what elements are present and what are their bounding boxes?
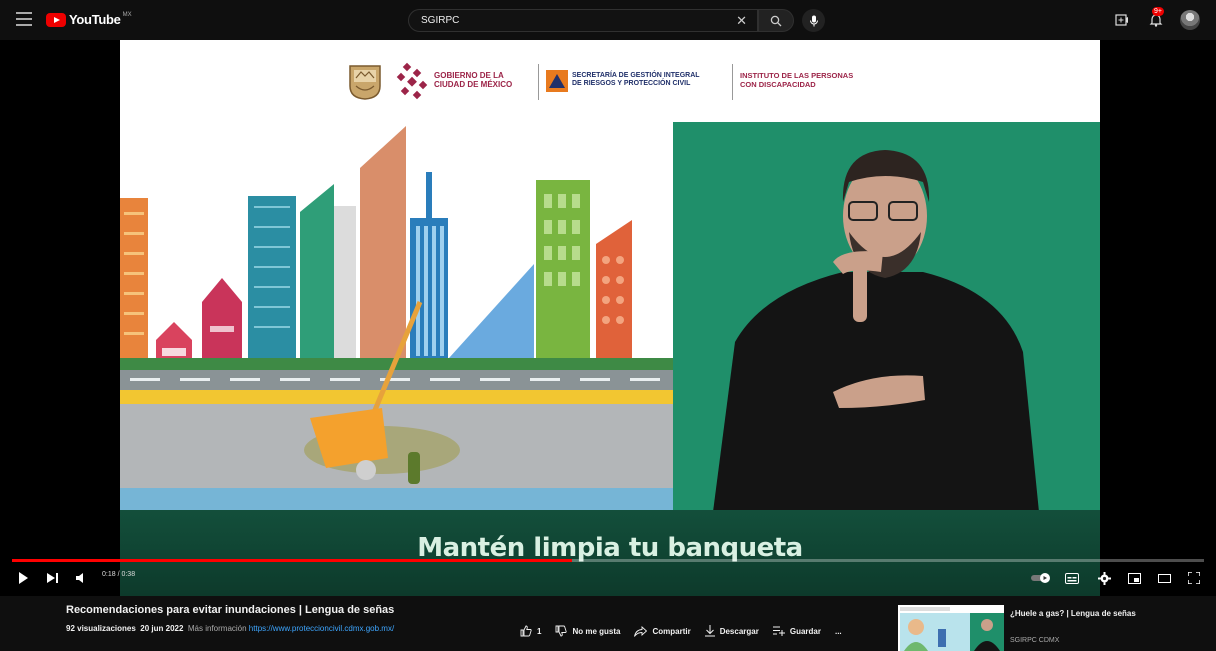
- secretaria-line-2: DE RIESGOS Y PROTECCIÓN CIVIL: [572, 80, 691, 87]
- youtube-play-icon: [46, 12, 66, 27]
- search-icon: [770, 15, 782, 26]
- action-bar: 1 No me gusta Compartir Descargar Guarda…: [520, 625, 856, 637]
- volume-icon: [76, 573, 83, 583]
- more-info-label[interactable]: Más información: [188, 624, 247, 633]
- progress-played: [12, 559, 573, 562]
- gobierno-line-1: GOBIERNO DE LA: [434, 71, 504, 80]
- search-input[interactable]: SGIRPC ✕: [408, 9, 758, 32]
- coat-of-arms-logo: [349, 65, 381, 100]
- recommended-channel[interactable]: SGIRPC CDMX: [1010, 637, 1059, 644]
- save-button[interactable]: Guardar: [772, 626, 821, 636]
- thumbs-down-icon: [556, 625, 568, 637]
- miniplayer-button[interactable]: [1126, 571, 1142, 585]
- masthead: YouTube MX SGIRPC ✕ 9+: [0, 0, 1216, 40]
- share-icon: [634, 625, 648, 637]
- instituto-logo-text: INSTITUTO DE LAS PERSONAS CON DISCAPACID…: [740, 71, 853, 89]
- gobierno-line-2: CIUDAD DE MÉXICO: [434, 80, 513, 89]
- video-header-logos: GOBIERNO DE LA CIUDAD DE MÉXICO SECRETAR…: [120, 40, 1100, 122]
- like-count: 1: [537, 626, 542, 636]
- time-text: 0:18 / 0:38: [102, 571, 136, 578]
- city-illustration: [120, 122, 673, 512]
- avatar[interactable]: [1180, 10, 1200, 30]
- clear-icon[interactable]: ✕: [736, 13, 747, 29]
- video-player[interactable]: GOBIERNO DE LA CIUDAD DE MÉXICO SECRETAR…: [0, 40, 1216, 596]
- video-frame: GOBIERNO DE LA CIUDAD DE MÉXICO SECRETAR…: [120, 40, 1100, 596]
- create-icon: [1115, 14, 1128, 26]
- next-icon: [47, 573, 58, 583]
- next-button[interactable]: [46, 571, 60, 585]
- secretaria-logo-text: SECRETARÍA DE GESTIÓN INTEGRAL DE RIESGO…: [572, 72, 700, 88]
- thumbs-up-icon: [520, 625, 532, 637]
- play-button[interactable]: [16, 571, 30, 585]
- theater-icon: [1157, 573, 1171, 583]
- subtitles-button[interactable]: [1064, 571, 1080, 585]
- theater-button[interactable]: [1156, 571, 1172, 585]
- search-query: SGIRPC: [421, 15, 460, 26]
- share-label: Compartir: [652, 626, 691, 636]
- search-button[interactable]: [758, 9, 794, 32]
- sgirpc-logo: [546, 70, 568, 92]
- more-icon: ...: [834, 626, 842, 636]
- sign-language-interpreter: [673, 122, 1100, 512]
- logo-divider: [732, 64, 733, 100]
- like-button[interactable]: 1: [520, 625, 541, 637]
- share-button[interactable]: Compartir: [634, 625, 691, 637]
- autoplay-toggle[interactable]: [1030, 571, 1052, 585]
- fullscreen-button[interactable]: [1186, 571, 1202, 585]
- recommended-video[interactable]: ¿Huele a gas? | Lengua de señas SGIRPC C…: [898, 605, 1208, 651]
- subtitles-icon: [1065, 572, 1079, 584]
- voice-search-button[interactable]: [802, 9, 825, 32]
- more-actions-button[interactable]: ...: [835, 627, 842, 636]
- progress-bar[interactable]: [12, 559, 1204, 562]
- cdmx-logo: [396, 62, 428, 100]
- download-label: Descargar: [719, 626, 759, 636]
- autoplay-icon: [1031, 573, 1050, 583]
- miniplayer-icon: [1127, 572, 1141, 584]
- recommended-title[interactable]: ¿Huele a gas? | Lengua de señas: [1010, 608, 1150, 619]
- secretaria-line-1: SECRETARÍA DE GESTIÓN INTEGRAL: [572, 72, 700, 79]
- upload-date: 20 jun 2022: [140, 624, 184, 633]
- notifications-button[interactable]: 9+: [1146, 7, 1166, 30]
- dislike-label: No me gusta: [572, 626, 621, 636]
- time-display: 0:18 / 0:38: [102, 571, 135, 578]
- fullscreen-icon: [1188, 572, 1200, 584]
- create-button[interactable]: [1112, 10, 1132, 30]
- menu-icon[interactable]: [16, 12, 32, 26]
- gobierno-logo-text: GOBIERNO DE LA CIUDAD DE MÉXICO: [434, 71, 512, 89]
- video-title: Recomendaciones para evitar inundaciones…: [66, 604, 395, 616]
- country-code: MX: [122, 12, 132, 18]
- recommended-thumbnail[interactable]: [898, 605, 1004, 651]
- youtube-logo[interactable]: YouTube MX: [46, 12, 132, 27]
- video-meta: 92 visualizaciones 20 jun 2022 Más infor…: [66, 624, 394, 633]
- playlist-add-icon: [772, 626, 785, 636]
- play-icon: [19, 572, 28, 584]
- settings-button[interactable]: [1096, 571, 1112, 585]
- youtube-wordmark: YouTube: [69, 12, 121, 27]
- notification-badge: 9+: [1152, 7, 1164, 16]
- description-link[interactable]: https://www.proteccioncivil.cdmx.gob.mx/: [249, 624, 394, 633]
- dislike-button[interactable]: No me gusta: [555, 625, 620, 637]
- mute-button[interactable]: [74, 571, 88, 585]
- download-icon: [704, 625, 715, 637]
- save-label: Guardar: [789, 626, 821, 636]
- mic-icon: [809, 15, 818, 26]
- download-button[interactable]: Descargar: [704, 625, 759, 637]
- view-count: 92 visualizaciones: [66, 624, 136, 633]
- instituto-line-2: CON DISCAPACIDAD: [740, 79, 816, 89]
- logo-divider: [538, 64, 539, 100]
- settings-icon: [1097, 571, 1111, 585]
